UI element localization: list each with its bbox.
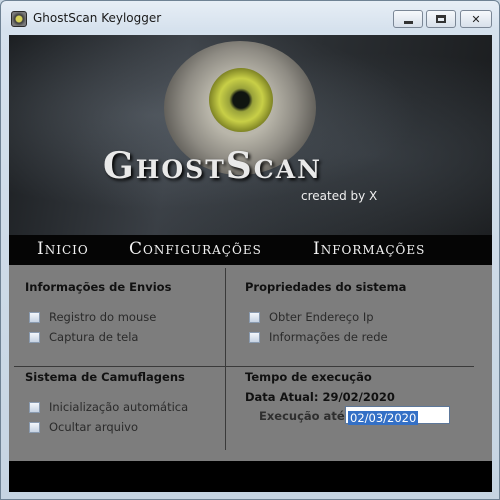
menu-item-configuracoes[interactable]: Configurações — [129, 239, 262, 259]
horizontal-divider — [14, 366, 474, 367]
window-title: GhostScan Keylogger — [33, 11, 162, 25]
execution-until-input[interactable]: 02/03/2020 — [345, 406, 450, 425]
app-window: GhostScan Keylogger ✕ GhostScan created … — [0, 0, 500, 500]
eye-iris — [209, 68, 273, 132]
app-icon — [11, 11, 27, 27]
maximize-button[interactable] — [426, 10, 456, 28]
execution-until-value[interactable]: 02/03/2020 — [348, 411, 419, 425]
checkbox-square[interactable] — [29, 311, 40, 323]
checkbox-square[interactable] — [29, 421, 40, 433]
checkbox-label: Inicialização automática — [49, 400, 189, 414]
close-button[interactable]: ✕ — [460, 10, 492, 28]
current-date-label: Data Atual: 29/02/2020 — [245, 390, 395, 404]
logo-text: GhostScan — [103, 145, 322, 187]
title-bar[interactable]: GhostScan Keylogger ✕ — [1, 1, 499, 35]
section-title-envios: Informações de Envios — [25, 280, 172, 294]
menu-item-informacoes[interactable]: Informações — [313, 239, 425, 259]
footer-bar — [9, 461, 492, 492]
vertical-divider — [225, 268, 226, 450]
execution-until-label: Execução até: — [259, 409, 350, 423]
section-title-sistema: Propriedades do sistema — [245, 280, 407, 294]
checkbox-ocultar-arquivo[interactable]: Ocultar arquivo — [29, 419, 138, 435]
menu-bar: Inicio Configurações Informações — [9, 235, 492, 265]
checkbox-label: Informações de rede — [269, 330, 388, 344]
logo-byline: created by X — [301, 189, 378, 203]
maximize-icon — [436, 15, 446, 23]
checkbox-label: Ocultar arquivo — [49, 420, 138, 434]
checkbox-registro-mouse[interactable]: Registro do mouse — [29, 309, 156, 325]
checkbox-obter-ip[interactable]: Obter Endereço Ip — [249, 309, 374, 325]
checkbox-inicializacao[interactable]: Inicialização automática — [29, 399, 188, 415]
banner-image: GhostScan created by X — [9, 35, 492, 235]
checkbox-info-rede[interactable]: Informações de rede — [249, 329, 388, 345]
checkbox-square[interactable] — [29, 401, 40, 413]
section-title-camuflagens: Sistema de Camuflagens — [25, 370, 185, 384]
menu-item-inicio[interactable]: Inicio — [37, 239, 89, 259]
checkbox-square[interactable] — [249, 331, 260, 343]
checkbox-captura-tela[interactable]: Captura de tela — [29, 329, 138, 345]
checkbox-label: Captura de tela — [49, 330, 139, 344]
checkbox-square[interactable] — [29, 331, 40, 343]
close-icon: ✕ — [471, 12, 481, 26]
checkbox-label: Obter Endereço Ip — [269, 310, 374, 324]
main-content: GhostScan created by X Inicio Configuraç… — [9, 35, 492, 492]
checkbox-label: Registro do mouse — [49, 310, 157, 324]
section-title-execucao: Tempo de execução — [245, 370, 372, 384]
checkbox-square[interactable] — [249, 311, 260, 323]
minimize-icon — [403, 20, 413, 24]
settings-panel: Informações de Envios Registro do mouse … — [9, 265, 492, 461]
minimize-button[interactable] — [393, 10, 423, 28]
